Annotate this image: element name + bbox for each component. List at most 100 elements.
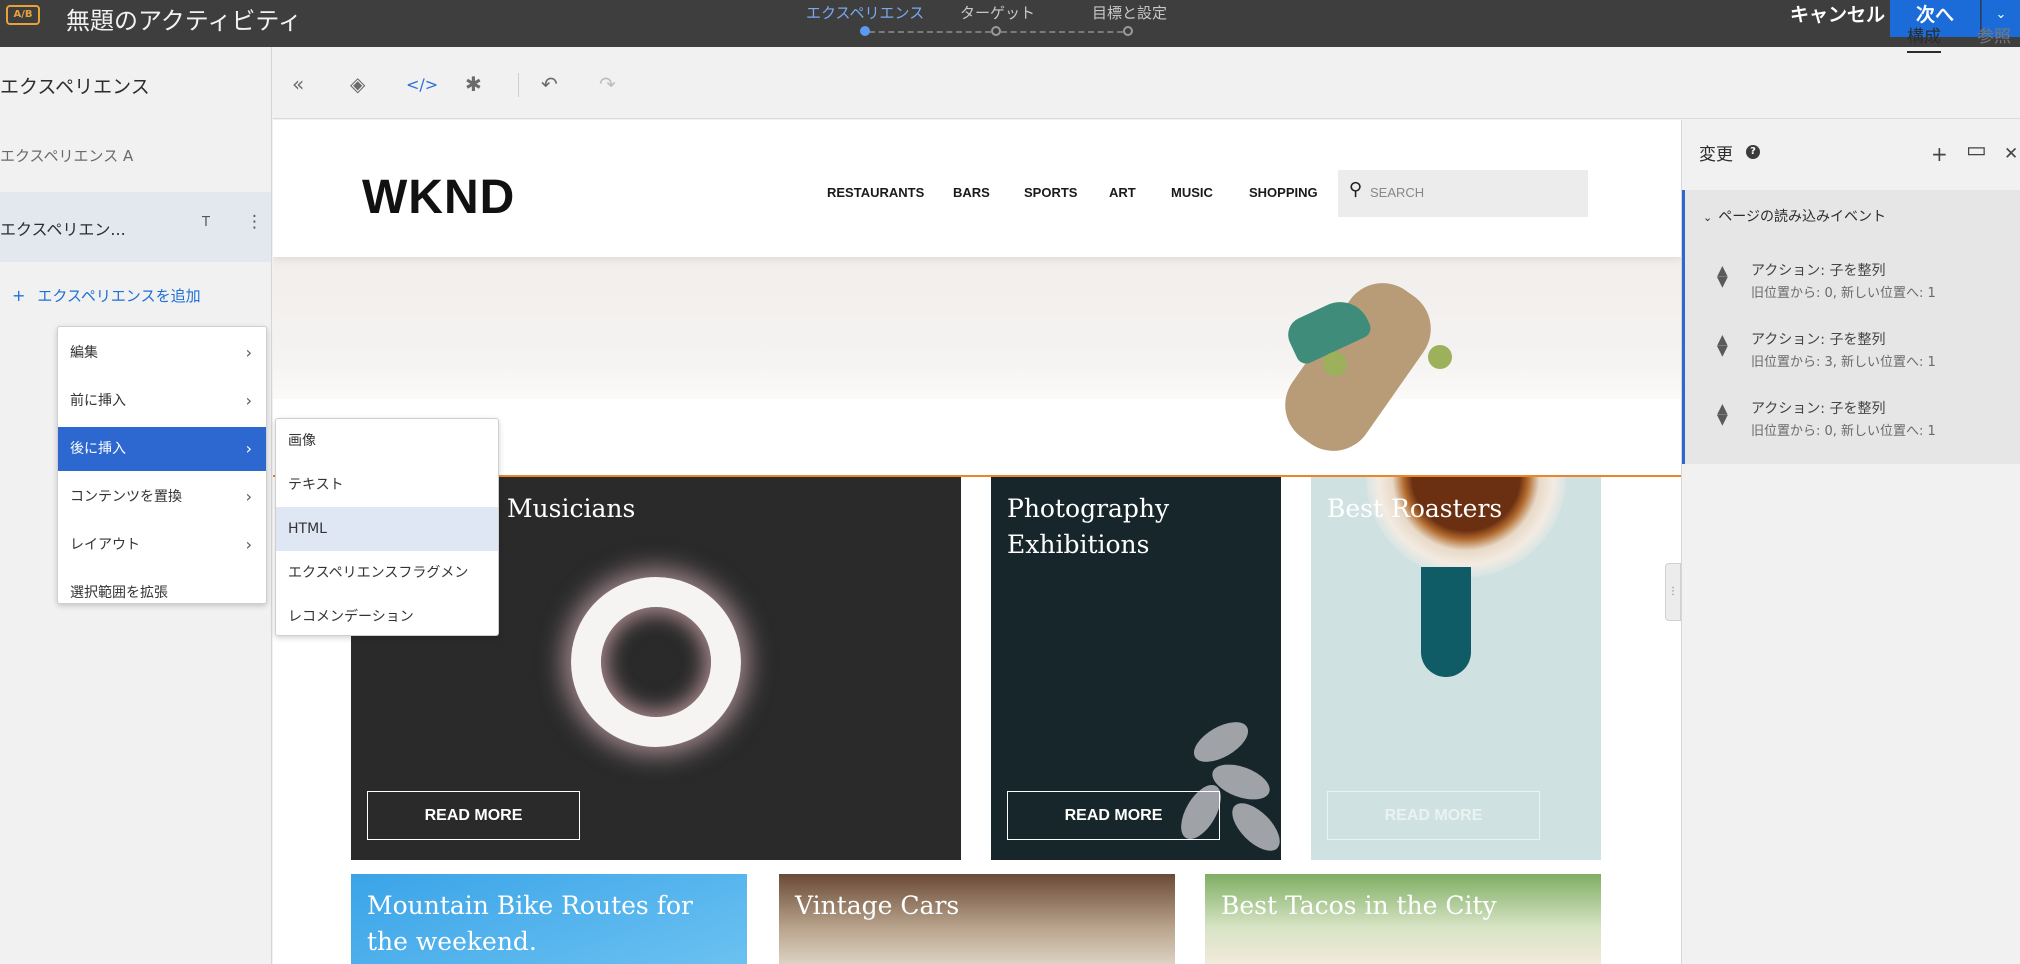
card-image (1224, 795, 1281, 859)
modification-action[interactable]: ▲ ▼ アクション: 子を整列 旧位置から: 0, 新しい位置へ: 1 (1685, 390, 2020, 458)
experience-b-item[interactable]: エクスペリエン... T ⋮ (0, 192, 271, 262)
hero-carousel[interactable] (273, 257, 1681, 479)
close-icon[interactable]: ✕ (2004, 144, 2018, 164)
search-icon: ⚲ (1349, 179, 1363, 200)
submenu-item-recommendation[interactable]: レコメンデーション (276, 595, 498, 639)
action-detail: 旧位置から: 0, 新しい位置へ: 1 (1751, 286, 1936, 301)
reorder-handle-icon[interactable]: ▲ ▼ (1717, 402, 1728, 427)
nav-restaurants[interactable]: RESTAURANTS (827, 185, 924, 200)
search-input[interactable]: SEARCH (1370, 185, 1424, 200)
more-options-icon[interactable]: ⋮ (246, 212, 263, 232)
chevron-right-icon: › (245, 535, 252, 554)
top-bar: A/B 無題のアクティビティ エクスペリエンス ターゲット 目標と設定 キャンセ… (0, 0, 2020, 47)
chevron-right-icon: › (245, 343, 252, 362)
site-logo[interactable]: WKND (362, 170, 515, 225)
step-target[interactable]: ターゲット (960, 2, 1035, 23)
read-more-button[interactable]: READ MORE (1007, 791, 1220, 840)
reorder-handle-icon[interactable]: ▲ ▼ (1717, 333, 1728, 358)
chevron-right-icon: › (245, 439, 252, 458)
modification-action[interactable]: ▲ ▼ アクション: 子を整列 旧位置から: 3, 新しい位置へ: 1 (1685, 321, 2020, 389)
collapse-left-icon[interactable]: « (292, 72, 304, 96)
chevron-right-icon: › (245, 487, 252, 506)
panel-layout-icon[interactable]: ▭ (1966, 138, 1987, 163)
article-card[interactable]: Vintage Cars (779, 874, 1175, 964)
site-search[interactable]: ⚲ SEARCH (1338, 170, 1588, 217)
plus-icon: + (12, 286, 26, 305)
submenu-item-experience-fragment[interactable]: エクスペリエンスフラグメン (276, 551, 498, 595)
submenu-item-image[interactable]: 画像 (276, 419, 498, 463)
action-detail: 旧位置から: 0, 新しい位置へ: 1 (1751, 424, 1936, 439)
experience-b-label: エクスペリエン... (0, 220, 126, 239)
step-goals-settings[interactable]: 目標と設定 (1092, 2, 1167, 23)
step-connector (869, 31, 991, 33)
chevron-right-icon: › (245, 391, 252, 410)
skateboard-image (1269, 267, 1447, 467)
help-icon[interactable]: ? (1746, 145, 1760, 159)
read-more-button[interactable]: READ MORE (1327, 791, 1540, 840)
card-title: Vintage Cars (795, 891, 960, 920)
nav-shopping[interactable]: SHOPPING (1249, 185, 1318, 200)
action-title: アクション: 子を整列 (1751, 263, 1886, 279)
experience-a-item[interactable]: エクスペリエンス A (0, 145, 133, 166)
menu-item-insert-before[interactable]: 前に挿入 › (58, 379, 266, 423)
activity-title[interactable]: 無題のアクティビティ (66, 1, 302, 36)
menu-item-expand-selection[interactable]: 選択範囲を拡張 (58, 571, 266, 615)
nav-music[interactable]: MUSIC (1171, 185, 1213, 200)
add-icon[interactable]: + (1931, 142, 1948, 166)
toolbar-divider (518, 73, 519, 97)
menu-item-insert-after[interactable]: 後に挿入 › (58, 427, 266, 471)
undo-icon[interactable]: ↶ (541, 72, 558, 96)
cancel-button[interactable]: キャンセル (1790, 0, 1885, 27)
tab-browse[interactable]: 参照 (1977, 22, 2011, 47)
article-card[interactable]: Best Roasters READ MORE (1311, 477, 1601, 860)
article-card[interactable]: Photography Exhibitions READ MORE (991, 477, 1281, 860)
article-card[interactable]: Mountain Bike Routes for the weekend. (351, 874, 747, 964)
redo-icon[interactable]: ↷ (599, 72, 616, 96)
step-experience[interactable]: エクスペリエンス (806, 2, 924, 23)
reorder-handle-icon[interactable]: ▲ ▼ (1717, 264, 1728, 289)
modification-action[interactable]: ▲ ▼ アクション: 子を整列 旧位置から: 0, 新しい位置へ: 1 (1685, 252, 2020, 320)
modifications-panel: 変更 ? + ▭ ✕ ⌄ ページの読み込みイベント ▲ ▼ アクション: 子を整列 … (1681, 120, 2020, 964)
card-title: d Musicians (483, 494, 636, 523)
article-card[interactable]: Best Tacos in the City (1205, 874, 1601, 964)
menu-item-layout[interactable]: レイアウト › (58, 523, 266, 567)
menu-item-replace-content[interactable]: コンテンツを置換 › (58, 475, 266, 519)
nav-art[interactable]: ART (1109, 185, 1136, 200)
card-title: Best Roasters (1327, 494, 1503, 523)
skateboard-image (1323, 352, 1347, 376)
experiences-panel-title: エクスペリエンス (0, 76, 150, 98)
add-experience-label: エクスペリエンスを追加 (37, 287, 201, 305)
nav-bars[interactable]: BARS (953, 185, 990, 200)
editor-toolbar: « ◈ </> ✱ ↶ ↷ (273, 47, 2020, 119)
submenu-item-text[interactable]: テキスト (276, 463, 498, 507)
card-image (571, 577, 741, 747)
layers-icon[interactable]: ◈ (350, 72, 365, 96)
settings-icon[interactable]: ✱ (465, 72, 482, 96)
nav-sports[interactable]: SPORTS (1024, 185, 1077, 200)
panel-resize-handle[interactable]: ⋮ (1665, 563, 1681, 621)
menu-item-edit[interactable]: 編集 › (58, 331, 266, 375)
step-connector (1001, 31, 1123, 33)
chevron-down-icon: ⌄ (1703, 211, 1713, 224)
site-header[interactable]: WKND RESTAURANTS BARS SPORTS ART MUSIC S… (273, 120, 1681, 257)
step-dot-goals (1123, 26, 1133, 36)
action-title: アクション: 子を整列 (1751, 401, 1886, 417)
step-dot-target (991, 26, 1001, 36)
code-icon[interactable]: </> (406, 75, 438, 94)
ab-activity-badge: A/B (6, 5, 40, 25)
card-title: Mountain Bike Routes for the weekend. (367, 891, 693, 956)
submenu-item-html[interactable]: HTML (276, 507, 498, 551)
page-load-event-header[interactable]: ⌄ ページの読み込みイベント (1703, 206, 1886, 226)
action-title: アクション: 子を整列 (1751, 332, 1886, 348)
add-experience-button[interactable]: + エクスペリエンスを追加 (12, 285, 201, 306)
card-image (1421, 567, 1471, 677)
step-dot-experience (860, 26, 870, 36)
skateboard-image (1428, 345, 1452, 369)
rename-icon[interactable]: T (202, 215, 210, 230)
insert-after-submenu: 画像 テキスト HTML エクスペリエンスフラグメン レコメンデーション (275, 418, 499, 636)
read-more-button[interactable]: READ MORE (367, 791, 580, 840)
tab-compose[interactable]: 構成 (1907, 22, 1941, 53)
action-detail: 旧位置から: 3, 新しい位置へ: 1 (1751, 355, 1936, 370)
card-image (1187, 714, 1255, 770)
modifications-title: 変更 (1699, 145, 1733, 165)
